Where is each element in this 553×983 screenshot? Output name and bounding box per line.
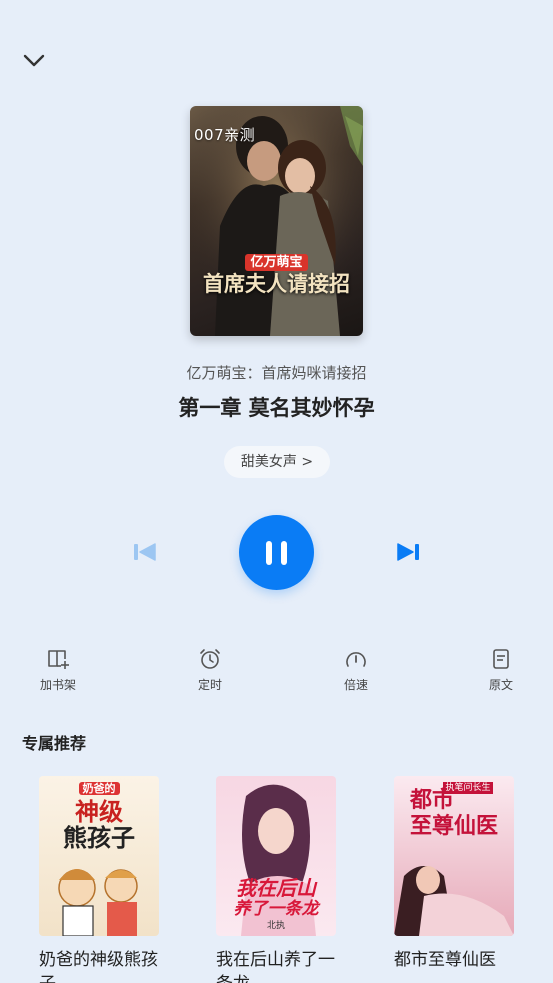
timer-button[interactable]: 定时 — [180, 648, 240, 693]
audio-player-screen: 007亲测 亿万萌宝 首席夫人请接招 亿万萌宝：首席妈咪请接招 第一章 莫名其妙… — [0, 0, 553, 983]
recommend-title: 都市至尊仙医 — [394, 950, 496, 970]
next-chapter-icon[interactable] — [394, 540, 422, 564]
recommend-title: 奶爸的神级熊孩子 — [39, 950, 158, 983]
recommend-cover: 都市 执笔问长生 至尊仙医 — [394, 776, 514, 936]
speed-label: 倍速 — [343, 678, 368, 692]
previous-chapter-icon[interactable] — [131, 540, 159, 564]
speed-button[interactable]: 倍速 — [326, 648, 386, 693]
recommend-item[interactable]: 奶爸的 神级 熊孩子 奶爸的神级熊孩子 — [39, 776, 169, 983]
recommend-cover: 我在后山 养了一条龙 北执 — [216, 776, 336, 936]
cover-tag-text: 007亲测 — [194, 126, 256, 144]
bookshelf-add-icon — [48, 650, 69, 669]
timer-label: 定时 — [197, 678, 222, 692]
recommend-item[interactable]: 我在后山 养了一条龙 北执 我在后山养了一条龙 — [216, 776, 346, 983]
book-name: 亿万萌宝：首席妈咪请接招 — [186, 364, 367, 382]
pause-icon — [266, 541, 272, 565]
collapse-chevron-down-icon[interactable] — [18, 48, 50, 74]
add-to-shelf-label: 加书架 — [39, 678, 76, 692]
recommend-title: 我在后山养了一条龙 — [216, 950, 335, 983]
voice-select-button[interactable]: 甜美女声 > — [224, 446, 330, 478]
book-cover: 007亲测 亿万萌宝 首席夫人请接招 — [190, 106, 363, 336]
document-icon — [493, 649, 509, 669]
recommend-section-title: 专属推荐 — [22, 734, 87, 753]
add-to-shelf-button[interactable]: 加书架 — [28, 648, 88, 693]
pause-button[interactable] — [239, 515, 314, 590]
recommend-cover: 奶爸的 神级 熊孩子 — [39, 776, 159, 936]
chapter-title: 第一章 莫名其妙怀孕 — [178, 396, 375, 420]
original-text-label: 原文 — [488, 678, 513, 692]
original-text-button[interactable]: 原文 — [471, 648, 531, 693]
speed-gauge-icon — [346, 652, 366, 667]
cover-title: 首席夫人请接招 — [203, 271, 350, 296]
alarm-clock-icon — [200, 649, 220, 669]
recommend-item[interactable]: 都市 执笔问长生 至尊仙医 都市至尊仙医 — [394, 776, 524, 972]
